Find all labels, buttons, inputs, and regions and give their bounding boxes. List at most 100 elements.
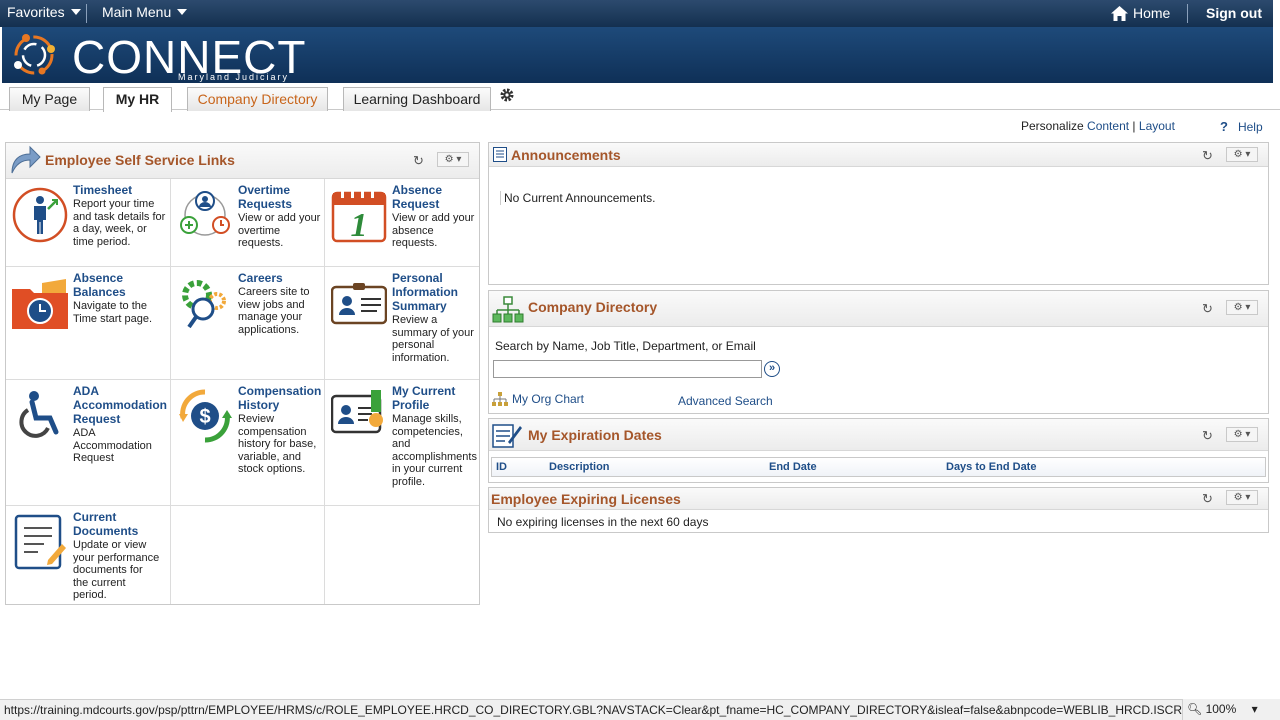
- ess-tile-personal-info[interactable]: Personal Information Summary Review a su…: [325, 267, 479, 380]
- tile-description: Review a summary of your personal inform…: [392, 314, 474, 364]
- directory-search-go-button[interactable]: »: [764, 361, 780, 377]
- licenses-options-menu[interactable]: ⚙ ▾: [1226, 490, 1258, 505]
- tab-settings-gear-icon[interactable]: [499, 87, 515, 103]
- announcements-options-menu[interactable]: ⚙ ▾: [1226, 147, 1258, 162]
- ess-tile-careers[interactable]: Careers Careers site to view jobs and ma…: [171, 267, 325, 380]
- advanced-search-link[interactable]: Advanced Search: [678, 394, 773, 408]
- tile-description: Review compensation history for base, va…: [238, 413, 317, 475]
- sign-out-link[interactable]: Sign out: [1206, 5, 1262, 21]
- ess-links-pagelet: Employee Self Service Links ↻ ⚙ ▾ Timesh…: [5, 142, 480, 605]
- ess-options-menu[interactable]: ⚙ ▾: [437, 152, 469, 167]
- tab-my-hr[interactable]: My HR: [103, 87, 172, 112]
- tab-learning-dashboard[interactable]: Learning Dashboard: [343, 87, 491, 111]
- tile-description: ADA Accommodation Request: [73, 427, 152, 464]
- browser-status-bar: https://training.mdcourts.gov/psp/pttrn/…: [0, 699, 1280, 720]
- zoom-dropdown-caret-icon: ▾: [1251, 702, 1258, 716]
- brand-banner: CONNECT Maryland Judiciary: [2, 27, 1273, 83]
- tile-description: Report your time and task details for a …: [73, 198, 166, 248]
- gear-search-icon: [182, 280, 226, 329]
- directory-header: Company Directory ↻ ⚙ ▾: [489, 291, 1268, 327]
- timesheet-icon: [12, 187, 68, 243]
- announcements-pagelet: Announcements ↻ ⚙ ▾ No Current Announcem…: [488, 142, 1269, 285]
- expiring-licenses-pagelet: Employee Expiring Licenses ↻ ⚙ ▾ No expi…: [488, 487, 1269, 533]
- document-pen-icon: [14, 514, 66, 570]
- tile-description: Manage skills, competencies, and accompl…: [392, 413, 477, 488]
- licenses-refresh-icon[interactable]: ↻: [1202, 491, 1213, 507]
- favorites-caret-icon: [70, 9, 81, 15]
- favorites-menu[interactable]: Favorites: [7, 4, 81, 20]
- org-chart-label: My Org Chart: [512, 392, 585, 406]
- tile-title: Overtime Requests: [238, 183, 293, 211]
- zoom-magnifier-icon: 🔍︎: [1187, 702, 1203, 716]
- licenses-empty-text: No expiring licenses in the next 60 days: [497, 515, 709, 529]
- ess-tile-compensation[interactable]: $ Compensation History Review compensati…: [171, 380, 325, 506]
- wheelchair-icon: [19, 391, 59, 438]
- main-menu-caret-icon: [177, 9, 188, 15]
- profile-badge-icon: [331, 390, 383, 434]
- tile-description: View or add your absence requests.: [392, 212, 475, 249]
- ess-tile-absence-request[interactable]: 1 Absence Request View or add your absen…: [325, 179, 479, 267]
- home-label: Home: [1133, 5, 1171, 21]
- tile-title: ADA Accommodation Request: [73, 384, 168, 426]
- overtime-icon: [180, 191, 230, 236]
- directory-search-label: Search by Name, Job Title, Department, o…: [495, 339, 756, 353]
- ess-tile-absence-balances[interactable]: Absence Balances Navigate to the Time st…: [6, 267, 171, 380]
- ess-title: Employee Self Service Links: [45, 152, 235, 168]
- tab-bar: My Page My HR Company Directory Learning…: [0, 85, 1280, 112]
- help-icon: ?: [1220, 119, 1228, 134]
- ess-tile-current-profile[interactable]: My Current Profile Manage skills, compet…: [325, 380, 479, 506]
- curved-arrow-icon: [11, 145, 41, 174]
- ess-tile-empty: [325, 506, 479, 604]
- menu-divider: [86, 4, 87, 23]
- ess-refresh-icon[interactable]: ↻: [413, 153, 424, 169]
- column-header-description[interactable]: Description: [549, 461, 610, 473]
- folder-clock-icon: [12, 279, 68, 329]
- org-chart-link[interactable]: My Org Chart: [492, 392, 584, 406]
- org-tree-icon: [492, 296, 524, 323]
- expiration-options-menu[interactable]: ⚙ ▾: [1226, 427, 1258, 442]
- ess-header: Employee Self Service Links ↻ ⚙ ▾: [6, 143, 479, 179]
- logo-subtitle: Maryland Judiciary: [178, 72, 290, 82]
- home-divider: [1187, 4, 1188, 23]
- personalize-layout-link[interactable]: Layout: [1139, 119, 1175, 133]
- main-menu[interactable]: Main Menu: [102, 4, 188, 20]
- expiration-title: My Expiration Dates: [528, 427, 662, 443]
- ess-tile-current-documents[interactable]: Current Documents Update or view your pe…: [6, 506, 171, 604]
- expiration-refresh-icon[interactable]: ↻: [1202, 428, 1213, 444]
- tile-description: View or add your overtime requests.: [238, 212, 321, 249]
- expiration-header: My Expiration Dates ↻ ⚙ ▾: [489, 419, 1268, 451]
- column-header-days-to-end[interactable]: Days to End Date: [946, 461, 1036, 473]
- tab-company-directory[interactable]: Company Directory: [187, 87, 328, 111]
- help-link[interactable]: ? Help: [1220, 119, 1263, 134]
- connect-logo-icon: [14, 34, 55, 75]
- favorites-label: Favorites: [7, 4, 65, 20]
- tile-title: Absence Request: [392, 183, 443, 211]
- personalize-label: Personalize: [1021, 119, 1084, 133]
- announcements-refresh-icon[interactable]: ↻: [1202, 148, 1213, 164]
- personalize-separator: |: [1132, 119, 1136, 133]
- directory-refresh-icon[interactable]: ↻: [1202, 301, 1213, 317]
- directory-search-input[interactable]: [493, 360, 762, 378]
- tile-description: Navigate to the Time start page.: [73, 300, 153, 325]
- tile-title: Timesheet: [73, 183, 133, 197]
- directory-options-menu[interactable]: ⚙ ▾: [1226, 300, 1258, 315]
- tile-title: Absence Balances: [73, 271, 126, 299]
- tab-my-page[interactable]: My Page: [9, 87, 90, 111]
- home-link[interactable]: Home: [1111, 5, 1170, 21]
- zoom-control[interactable]: 🔍︎ 100% ▾: [1182, 699, 1280, 720]
- status-url: https://training.mdcourts.gov/psp/pttrn/…: [4, 703, 1237, 717]
- org-chart-icon: [492, 392, 508, 406]
- help-label: Help: [1237, 119, 1263, 134]
- ess-tile-ada[interactable]: ADA Accommodation Request ADA Accommodat…: [6, 380, 171, 506]
- tile-description: Update or view your performance document…: [73, 539, 160, 601]
- personalize-content-link[interactable]: Content: [1087, 119, 1129, 133]
- ess-tile-overtime[interactable]: Overtime Requests View or add your overt…: [171, 179, 325, 267]
- ess-tile-timesheet[interactable]: Timesheet Report your time and task deta…: [6, 179, 171, 267]
- column-header-end-date[interactable]: End Date: [769, 461, 817, 473]
- column-header-id[interactable]: ID: [496, 461, 507, 473]
- announcements-header: Announcements ↻ ⚙ ▾: [489, 143, 1268, 167]
- tile-title: Compensation History: [238, 384, 322, 412]
- tile-description: Careers site to view jobs and manage you…: [238, 286, 310, 336]
- licenses-title: Employee Expiring Licenses: [491, 491, 681, 507]
- announcement-list-icon: [493, 147, 507, 162]
